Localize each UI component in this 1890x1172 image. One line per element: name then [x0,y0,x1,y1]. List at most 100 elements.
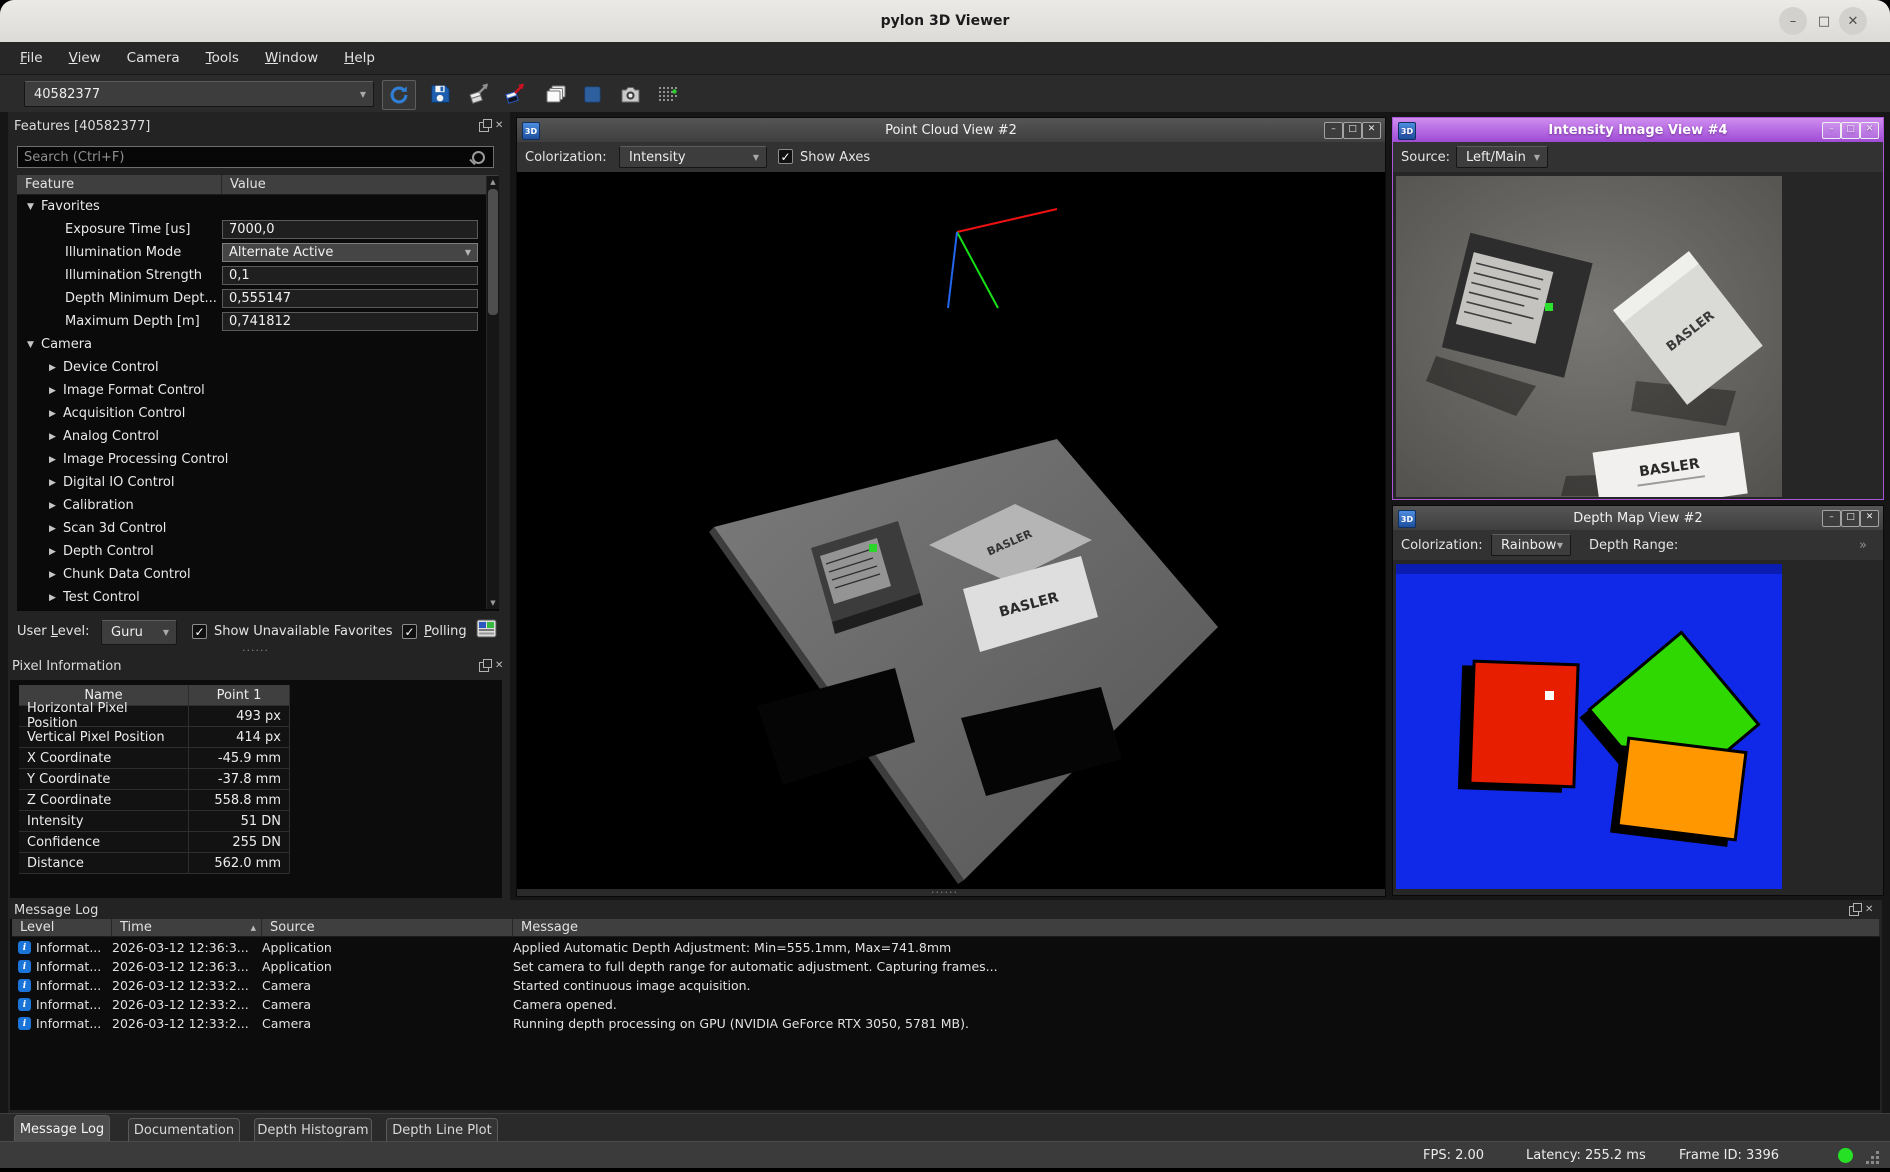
feature-document-icon[interactable] [476,619,497,638]
features-scrollbar[interactable]: ▲ ▼ [486,176,499,609]
tree-branch-chunk-data-control[interactable]: ▶ Chunk Data Control [17,563,483,586]
log-time-column-header[interactable]: Time ▲ [112,919,262,937]
tab-depth-line-plot[interactable]: Depth Line Plot [386,1118,498,1142]
tree-branch-image-processing-control[interactable]: ▶ Image Processing Control [17,448,483,471]
close-icon[interactable]: ✕ [1860,122,1879,139]
tree-branch-scan-3d-control[interactable]: ▶ Scan 3d Control [17,517,483,540]
continuous-shot-button[interactable] [500,80,532,108]
log-row[interactable]: i Informat... 2026-03-12 12:33:2... Came… [12,995,1880,1014]
minimize-icon[interactable]: – [1324,122,1343,139]
log-row[interactable]: i Informat... 2026-03-12 12:36:3... Appl… [12,957,1880,976]
menu-help[interactable]: Help [331,50,388,66]
show-unavailable-checkbox[interactable]: ✓ [192,624,207,639]
menu-view[interactable]: View [56,50,114,66]
minimize-icon[interactable]: – [1822,510,1841,527]
tree-collapsed-icon[interactable]: ▶ [49,478,63,488]
depth-map-titlebar[interactable]: 3D Depth Map View #2 – □ ✕ [1393,506,1883,530]
point-cloud-titlebar[interactable]: 3D Point Cloud View #2 – □ ✕ [517,118,1385,142]
maximize-icon[interactable]: □ [1841,122,1860,139]
log-row[interactable]: i Informat... 2026-03-12 12:33:2... Came… [12,976,1880,995]
tree-collapsed-icon[interactable]: ▶ [49,501,63,511]
maximize-icon[interactable]: □ [1841,510,1860,527]
float-panel-icon[interactable] [479,662,489,672]
pixel-point1-column-header[interactable]: Point 1 [189,685,290,706]
save-button[interactable] [424,80,456,108]
source-select[interactable]: Left/Main ▼ [1456,146,1548,168]
depth-colorization-select[interactable]: Rainbow ▼ [1491,534,1571,556]
illumination-mode-select[interactable]: Alternate Active ▼ [222,243,478,262]
tree-collapsed-icon[interactable]: ▶ [49,547,63,557]
tree-group-camera[interactable]: ▼ Camera [17,333,483,356]
depth-minimum-field[interactable]: 0,555147 [222,289,478,308]
single-shot-button[interactable] [464,80,496,108]
maximize-icon[interactable]: □ [1810,7,1838,35]
close-panel-icon[interactable]: ✕ [495,661,503,671]
os-titlebar[interactable]: pylon 3D Viewer – □ ✕ [0,0,1890,42]
tree-branch-image-format-control[interactable]: ▶ Image Format Control [17,379,483,402]
scrollbar-thumb[interactable] [488,189,498,315]
search-input[interactable]: Search (Ctrl+F) [17,146,494,168]
log-row[interactable]: i Informat... 2026-03-12 12:33:2... Came… [12,1014,1880,1033]
log-source-column-header[interactable]: Source [262,919,513,937]
menu-window[interactable]: Window [252,50,331,66]
tree-expanded-icon[interactable]: ▼ [27,202,41,212]
tree-row-exposure-time[interactable]: Exposure Time [us] 7000,0 [17,218,483,241]
tree-collapsed-icon[interactable]: ▶ [49,570,63,580]
exposure-time-field[interactable]: 7000,0 [222,220,478,239]
close-icon[interactable]: ✕ [1362,122,1381,139]
log-level-column-header[interactable]: Level [12,919,112,937]
tree-row-illumination-strength[interactable]: Illumination Strength 0,1 [17,264,483,287]
minimize-icon[interactable]: – [1779,7,1807,35]
maximum-depth-field[interactable]: 0,741812 [222,312,478,331]
close-icon[interactable]: ✕ [1839,7,1867,35]
snapshot-button[interactable] [614,80,646,108]
colorization-select[interactable]: Intensity ▼ [619,146,767,168]
window-splitter-handle[interactable]: ······ [931,886,958,899]
tree-branch-device-control[interactable]: ▶ Device Control [17,356,483,379]
resize-grip-icon[interactable] [1864,1151,1880,1165]
tree-branch-calibration[interactable]: ▶ Calibration [17,494,483,517]
point-cloud-viewport[interactable]: BASLER BASLER [517,172,1385,889]
tab-documentation[interactable]: Documentation [128,1118,240,1142]
scroll-up-icon[interactable]: ▲ [487,176,499,188]
tree-collapsed-icon[interactable]: ▶ [49,386,63,396]
scroll-down-icon[interactable]: ▼ [487,597,499,609]
tree-collapsed-icon[interactable]: ▶ [49,409,63,419]
polling-checkbox[interactable]: ✓ [402,624,417,639]
maximize-icon[interactable]: □ [1343,122,1362,139]
tree-collapsed-icon[interactable]: ▶ [49,363,63,373]
tree-row-maximum-depth[interactable]: Maximum Depth [m] 0,741812 [17,310,483,333]
illumination-strength-field[interactable]: 0,1 [222,266,478,285]
menu-tools[interactable]: Tools [193,50,252,66]
tree-row-illumination-mode[interactable]: Illumination Mode Alternate Active ▼ [17,241,483,264]
log-row[interactable]: i Informat... 2026-03-12 12:36:3... Appl… [12,938,1880,957]
tab-message-log[interactable]: Message Log [14,1115,110,1142]
point-cloud-grid-button[interactable] [652,80,684,108]
menu-camera[interactable]: Camera [114,50,193,66]
tree-collapsed-icon[interactable]: ▶ [49,593,63,603]
tree-expanded-icon[interactable]: ▼ [27,340,41,350]
tree-branch-depth-control[interactable]: ▶ Depth Control [17,540,483,563]
refresh-devices-button[interactable] [382,80,416,110]
show-axes-checkbox[interactable]: ✓ [778,149,793,164]
duplicate-view-button[interactable] [540,80,572,108]
close-panel-icon[interactable]: ✕ [495,121,503,131]
depth-map-area[interactable] [1393,560,1883,895]
dock-splitter-handle[interactable]: ······ [242,644,269,657]
camera-select[interactable]: 40582377 ▼ [24,81,374,107]
toolbar-overflow-icon[interactable]: » [1859,530,1867,560]
tree-collapsed-icon[interactable]: ▶ [49,455,63,465]
close-icon[interactable]: ✕ [1860,510,1879,527]
stop-button[interactable] [576,80,608,108]
log-message-column-header[interactable]: Message [513,919,1880,937]
tree-branch-acquisition-control[interactable]: ▶ Acquisition Control [17,402,483,425]
tree-group-favorites[interactable]: ▼ Favorites [17,195,483,218]
tree-branch-analog-control[interactable]: ▶ Analog Control [17,425,483,448]
intensity-image-area[interactable]: BASLER BASLER [1393,172,1883,499]
minimize-icon[interactable]: – [1822,122,1841,139]
tab-depth-histogram[interactable]: Depth Histogram [254,1118,372,1142]
user-level-select[interactable]: Guru ▼ [101,620,177,645]
tree-branch-test-control[interactable]: ▶ Test Control [17,586,483,609]
tree-row-depth-minimum[interactable]: Depth Minimum Dept... 0,555147 [17,287,483,310]
close-panel-icon[interactable]: ✕ [1865,905,1873,915]
